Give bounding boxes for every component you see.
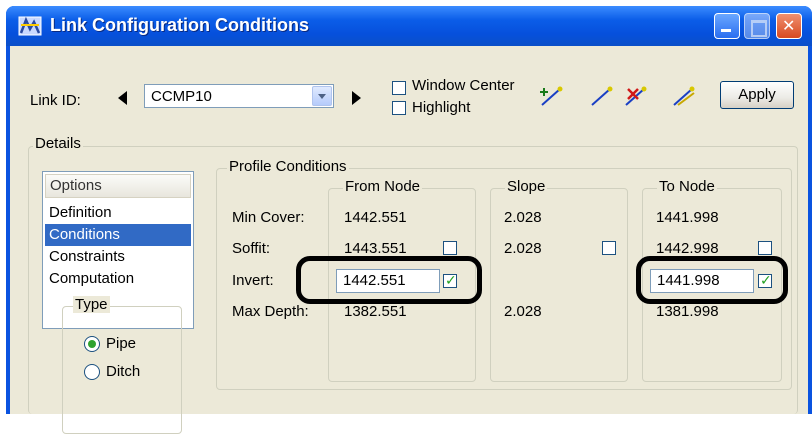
details-label: Details [33, 135, 83, 152]
chevron-down-icon[interactable] [312, 86, 332, 106]
window-center-checkbox[interactable] [392, 81, 406, 95]
from-min-cover-value: 1442.551 [344, 209, 407, 226]
delete-link-icon[interactable] [622, 83, 648, 109]
radio-pipe-label: Pipe [106, 335, 137, 352]
radio-pipe[interactable] [84, 336, 100, 352]
add-link-icon[interactable] [538, 83, 564, 109]
slope-soffit-value: 2.028 [504, 240, 542, 257]
to-node-header: To Node [657, 178, 717, 195]
list-item-conditions[interactable]: Conditions [45, 224, 191, 246]
invert-from-callout [296, 256, 482, 304]
maximize-button[interactable] [744, 13, 770, 39]
apply-button[interactable]: Apply [720, 81, 794, 109]
type-label: Type [73, 296, 110, 313]
next-link-icon[interactable] [352, 91, 361, 105]
link-id-value: CCMP10 [151, 88, 212, 105]
to-max-depth-value: 1381.998 [656, 303, 719, 320]
to-soffit-checkbox[interactable] [758, 241, 772, 255]
link-id-label: Link ID: [30, 92, 81, 109]
options-header: Options [45, 174, 191, 198]
invert-to-callout [636, 256, 788, 304]
highlight-checkbox[interactable] [392, 101, 406, 115]
from-soffit-checkbox[interactable] [443, 241, 457, 255]
radio-ditch-label: Ditch [106, 363, 141, 380]
row-label-min-cover: Min Cover: [232, 209, 305, 226]
dialog-window: Link Configuration Conditions Link ID: C… [6, 6, 812, 434]
from-node-header: From Node [343, 178, 423, 195]
dialog-body: Link ID: CCMP10 Window Center Highlight [10, 46, 808, 434]
link-id-combobox[interactable]: CCMP10 [144, 84, 334, 108]
window-title: Link Configuration Conditions [50, 15, 309, 35]
slope-soffit-checkbox[interactable] [602, 241, 616, 255]
slope-min-cover-value: 2.028 [504, 209, 542, 226]
slope-header: Slope [505, 178, 548, 195]
previous-link-icon[interactable] [118, 91, 127, 105]
row-label-max-depth: Max Depth: [232, 303, 309, 320]
list-item-constraints[interactable]: Constraints [45, 246, 191, 268]
app-icon [18, 16, 42, 36]
title-bar[interactable]: Link Configuration Conditions [6, 6, 812, 46]
highlight-label: Highlight [412, 99, 471, 116]
radio-ditch[interactable] [84, 364, 100, 380]
from-max-depth-value: 1382.551 [344, 303, 407, 320]
row-label-soffit: Soffit: [232, 240, 271, 257]
window-center-label: Window Center [412, 77, 515, 94]
from-soffit-value: 1443.551 [344, 240, 407, 257]
row-label-invert: Invert: [232, 272, 274, 289]
profile-conditions-label: Profile Conditions [227, 158, 349, 175]
to-soffit-value: 1442.998 [656, 240, 719, 257]
select-link-icon[interactable] [588, 83, 614, 109]
to-min-cover-value: 1441.998 [656, 209, 719, 226]
edit-link-icon[interactable] [670, 83, 696, 109]
list-item-computation[interactable]: Computation [45, 268, 191, 290]
close-button[interactable] [776, 13, 802, 39]
slope-max-depth-value: 2.028 [504, 303, 542, 320]
minimize-button[interactable] [714, 13, 740, 39]
list-item-definition[interactable]: Definition [45, 202, 191, 224]
